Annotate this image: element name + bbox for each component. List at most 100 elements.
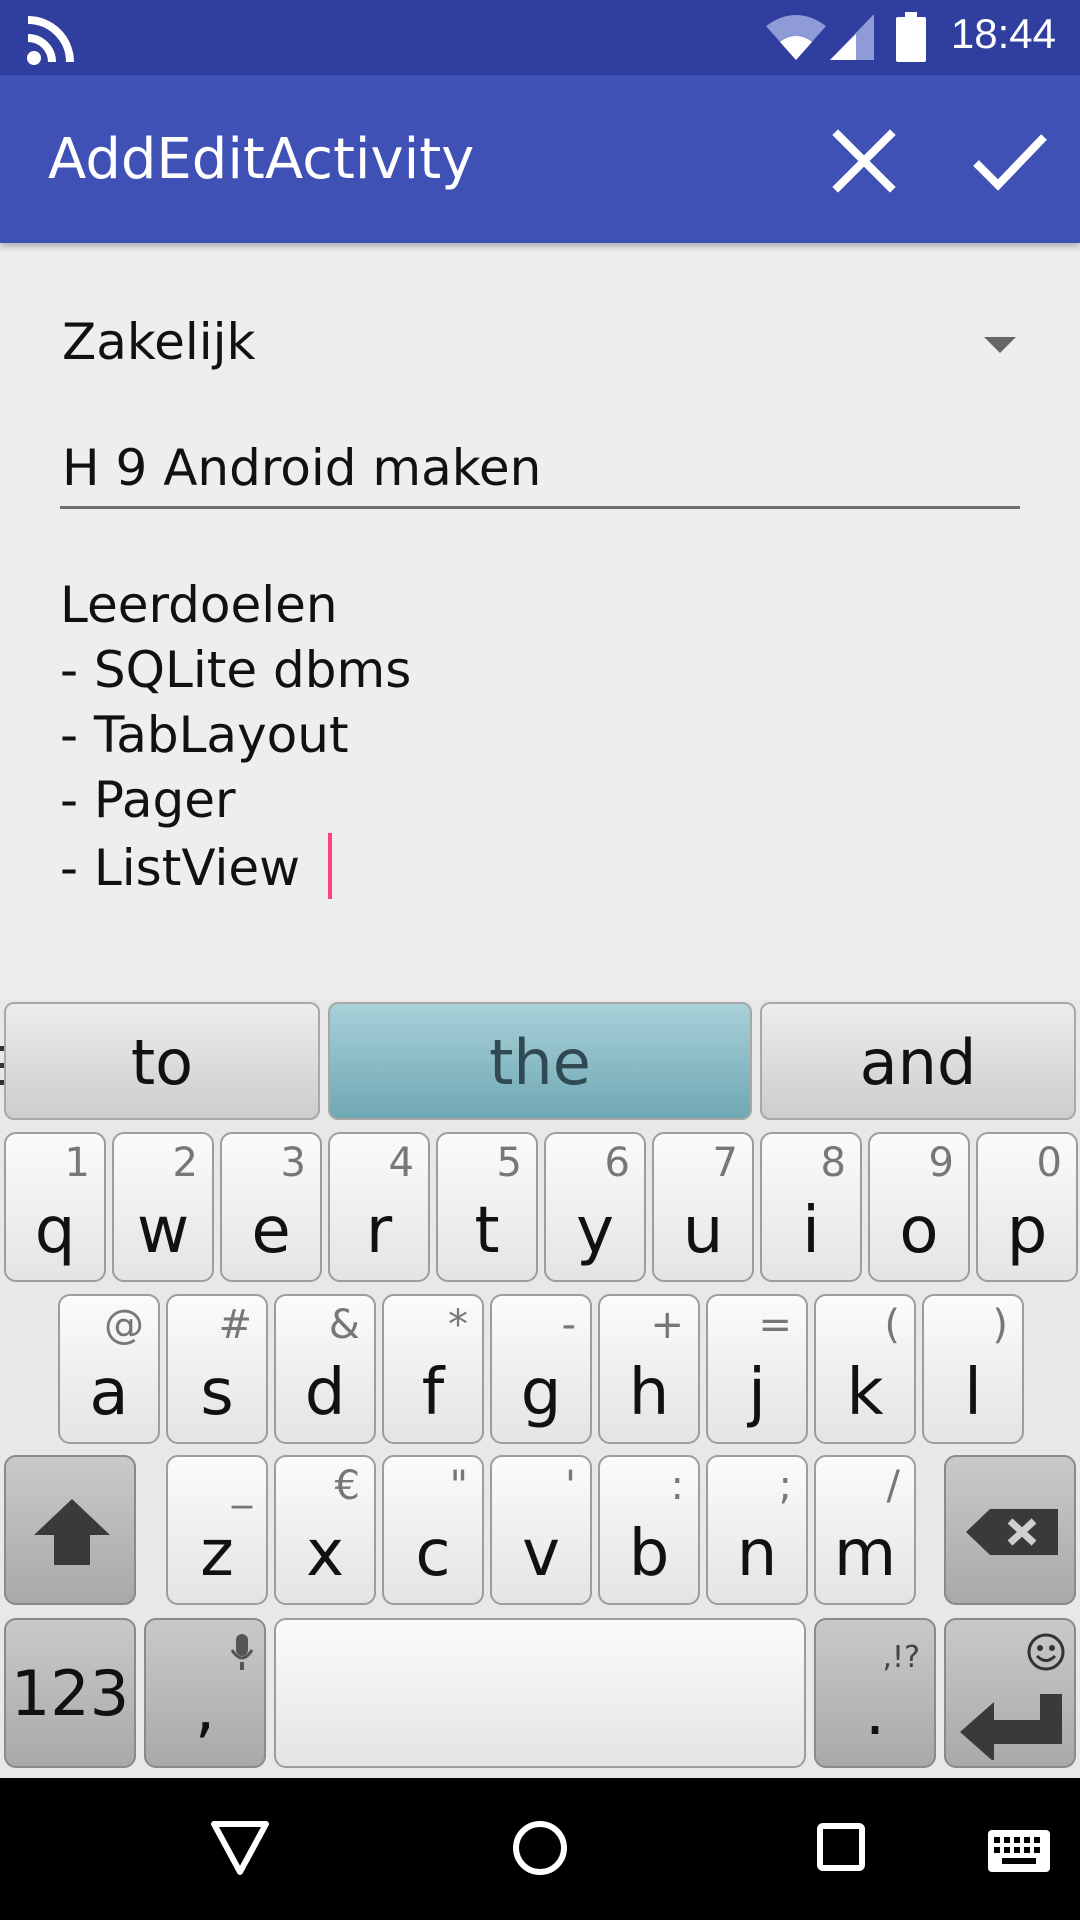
key-i[interactable]: 8i — [760, 1132, 862, 1282]
key-s[interactable]: # s — [166, 1294, 268, 1444]
key-u[interactable]: 7u — [652, 1132, 754, 1282]
space-key[interactable] — [274, 1618, 806, 1768]
key-m[interactable]: / m — [814, 1455, 916, 1605]
key-hint: @ — [104, 1302, 144, 1348]
shift-key[interactable] — [4, 1455, 136, 1605]
cast-icon — [27, 16, 74, 65]
shift-arrow-icon — [34, 1499, 110, 1565]
key-w[interactable]: 2w — [112, 1132, 214, 1282]
key-hint: ' — [565, 1463, 576, 1509]
key-z[interactable]: _ z — [166, 1455, 268, 1605]
notes-line: - Pager — [60, 771, 236, 829]
key-hint: * — [448, 1302, 468, 1348]
status-bar: 18:44 — [0, 0, 1080, 75]
enter-icon — [960, 1694, 1062, 1760]
suggestion-to[interactable]: to — [4, 1002, 320, 1120]
key-r[interactable]: 4r — [328, 1132, 430, 1282]
back-icon[interactable] — [210, 1820, 270, 1876]
signal-icon — [830, 14, 874, 60]
key-hint: + — [650, 1302, 684, 1348]
key-v[interactable]: ' v — [490, 1455, 592, 1605]
key-hint: = — [758, 1302, 792, 1348]
key-label: w — [136, 1194, 190, 1268]
key-hint: " — [449, 1463, 468, 1509]
form-content: Zakelijk H 9 Android maken Leerdoelen - … — [0, 243, 1080, 1000]
key-label: l — [964, 1356, 982, 1430]
key-e[interactable]: 3e — [220, 1132, 322, 1282]
wifi-icon — [766, 15, 826, 60]
key-l[interactable]: ) l — [922, 1294, 1024, 1444]
notes-input[interactable]: Leerdoelen - SQLite dbms - TabLayout - P… — [60, 573, 1020, 901]
navigation-bar — [0, 1778, 1080, 1920]
notes-line: - ListView — [60, 839, 316, 897]
key-q[interactable]: 1q — [4, 1132, 106, 1282]
key-label: r — [365, 1194, 393, 1268]
key-label: x — [306, 1517, 344, 1591]
key-o[interactable]: 9o — [868, 1132, 970, 1282]
enter-key[interactable] — [944, 1618, 1076, 1768]
suggestion-the[interactable]: the — [328, 1002, 752, 1120]
category-spinner[interactable]: Zakelijk — [62, 313, 1032, 383]
key-f[interactable]: * f — [382, 1294, 484, 1444]
key-n[interactable]: ; n — [706, 1455, 808, 1605]
comma-key-label: , — [194, 1672, 216, 1746]
symbols-key[interactable]: 123 — [4, 1618, 136, 1768]
key-hint: 3 — [280, 1140, 306, 1186]
key-hint: # — [218, 1302, 252, 1348]
period-key-hint: ,!? — [882, 1640, 921, 1675]
home-icon[interactable] — [512, 1820, 568, 1876]
keyboard-icon[interactable] — [988, 1830, 1050, 1872]
key-h[interactable]: + h — [598, 1294, 700, 1444]
key-p[interactable]: 0p — [976, 1132, 1078, 1282]
text-caret — [327, 833, 332, 899]
key-label: z — [200, 1517, 234, 1591]
key-hint: 0 — [1036, 1140, 1062, 1186]
backspace-key[interactable] — [944, 1455, 1076, 1605]
key-hint: 2 — [172, 1140, 198, 1186]
title-value: H 9 Android maken — [62, 439, 542, 497]
key-label: k — [846, 1356, 884, 1430]
key-hint: _ — [232, 1463, 252, 1509]
key-label: c — [415, 1517, 451, 1591]
key-hint: € — [334, 1463, 360, 1509]
key-x[interactable]: € x — [274, 1455, 376, 1605]
key-j[interactable]: = j — [706, 1294, 808, 1444]
key-hint: 5 — [496, 1140, 522, 1186]
period-key-label: . — [864, 1676, 886, 1750]
dropdown-arrow-icon — [984, 337, 1016, 353]
key-k[interactable]: (k — [814, 1294, 916, 1444]
cancel-button[interactable] — [828, 125, 900, 197]
key-b[interactable]: :b — [598, 1455, 700, 1605]
key-label: b — [628, 1517, 670, 1591]
key-y[interactable]: 6y — [544, 1132, 646, 1282]
key-hint: ; — [778, 1463, 792, 1509]
key-hint: ) — [992, 1302, 1008, 1348]
key-label: d — [304, 1356, 346, 1430]
notes-line: - SQLite dbms — [60, 641, 412, 699]
key-hint: / — [886, 1463, 900, 1509]
key-c[interactable]: " c — [382, 1455, 484, 1605]
key-d[interactable]: & d — [274, 1294, 376, 1444]
comma-key[interactable]: , — [144, 1618, 266, 1768]
save-button[interactable] — [970, 125, 1050, 197]
suggestion-and[interactable]: and — [760, 1002, 1076, 1120]
key-g[interactable]: -g — [490, 1294, 592, 1444]
title-input[interactable]: H 9 Android maken — [60, 433, 1020, 509]
key-label: j — [748, 1356, 766, 1430]
battery-icon — [896, 12, 926, 62]
key-hint: 8 — [820, 1140, 846, 1186]
key-label: y — [576, 1194, 614, 1268]
emoji-icon — [1027, 1633, 1065, 1671]
key-hint: & — [328, 1302, 360, 1348]
key-hint: 1 — [64, 1140, 90, 1186]
key-label: s — [200, 1356, 234, 1430]
key-t[interactable]: 5t — [436, 1132, 538, 1282]
recents-icon[interactable] — [816, 1822, 866, 1872]
key-hint: - — [561, 1302, 576, 1348]
page-title: AddEditActivity — [48, 127, 475, 192]
period-key[interactable]: ,!? . — [814, 1618, 936, 1768]
key-a[interactable]: @ a — [58, 1294, 160, 1444]
key-hint: ( — [884, 1302, 900, 1348]
key-hint: 4 — [388, 1140, 414, 1186]
key-label: i — [802, 1194, 820, 1268]
